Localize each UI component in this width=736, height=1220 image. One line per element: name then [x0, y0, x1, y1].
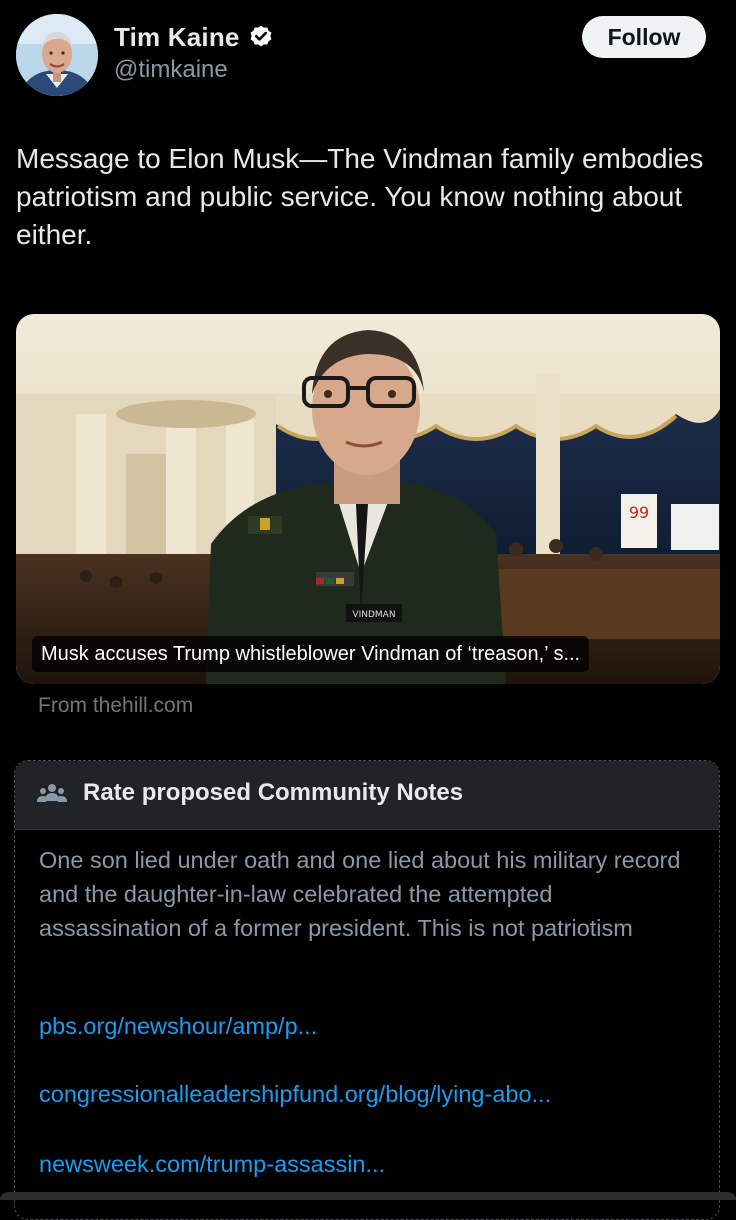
community-notes-header[interactable]: Rate proposed Community Notes	[15, 761, 719, 830]
follow-button[interactable]: Follow	[582, 16, 706, 58]
author-display-name[interactable]: Tim Kaine	[114, 22, 240, 53]
tweet-text: Message to Elon Musk—The Vindman family …	[16, 143, 704, 250]
note-source-link[interactable]: newsweek.com/trump-assassin...	[39, 1151, 385, 1178]
link-card-caption[interactable]: Musk accuses Trump whistleblower Vindman…	[32, 636, 590, 672]
author-avatar[interactable]	[16, 14, 98, 96]
author-name-row: Tim Kaine	[114, 20, 274, 54]
community-notes-box: Rate proposed Community Notes One son li…	[14, 760, 720, 1220]
link-card-source[interactable]: From thehill.com	[38, 694, 193, 718]
name-tag-text: VINDMAN	[352, 610, 395, 620]
sign-number-text: 99	[629, 503, 649, 522]
community-notes-people-icon	[37, 781, 67, 807]
community-note-text: One son lied under oath and one lied abo…	[39, 847, 681, 941]
link-preview-card[interactable]: VINDMAN 99 Musk accuses Trump whistleblo…	[16, 314, 720, 684]
tweet-header: Tim Kaine @timkaine Follow	[0, 0, 736, 110]
next-panel-edge	[0, 1192, 736, 1200]
note-source-link[interactable]: congressionalleadershipfund.org/blog/lyi…	[39, 1081, 551, 1108]
community-notes-title: Rate proposed Community Notes	[83, 779, 464, 806]
verified-badge-icon	[248, 24, 274, 50]
article-image: VINDMAN 99	[16, 314, 720, 684]
note-source-link[interactable]: pbs.org/newshour/amp/p...	[39, 1013, 317, 1040]
author-handle[interactable]: @timkaine	[114, 56, 228, 84]
